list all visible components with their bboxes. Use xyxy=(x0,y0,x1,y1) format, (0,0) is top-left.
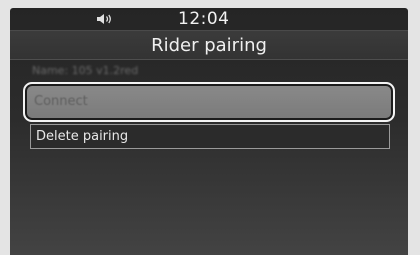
clock: 12:04 xyxy=(178,9,230,29)
connect-label: Connect xyxy=(34,94,88,109)
device-info: Name: 105 v1.2red xyxy=(32,64,139,77)
connect-menu-item[interactable]: Connect xyxy=(23,82,395,122)
title-bar: Rider pairing xyxy=(10,30,408,60)
delete-pairing-menu-item[interactable]: Delete pairing xyxy=(30,124,390,149)
page-title: Rider pairing xyxy=(151,35,267,56)
delete-pairing-label: Delete pairing xyxy=(36,129,129,144)
speaker-icon xyxy=(97,14,111,24)
display-screen: 12:04 Rider pairing Name: 105 v1.2red Co… xyxy=(10,8,408,255)
status-bar: 12:04 xyxy=(10,8,408,30)
